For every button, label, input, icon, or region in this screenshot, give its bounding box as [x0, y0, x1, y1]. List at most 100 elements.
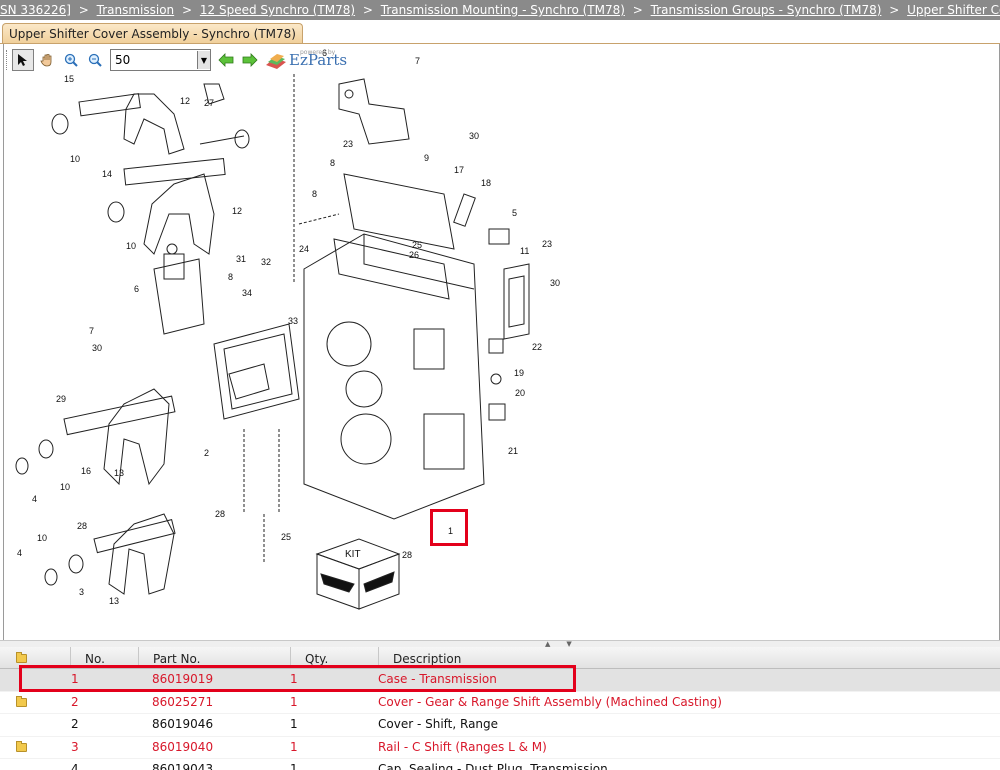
cell-part-no[interactable]: 86019043	[152, 759, 213, 770]
breadcrumb-separator: >	[78, 3, 89, 17]
table-row[interactable]: 4 86019043 1 Cap, Sealing - Dust Plug, T…	[0, 759, 1000, 770]
folder-icon	[16, 652, 27, 663]
exploded-parts-diagram[interactable]: 15 12 27 10 14 12 10 6 7 30 29 16 4 10 1…	[4, 44, 999, 640]
cell-qty: 1	[290, 739, 298, 754]
callout-34: 34	[242, 288, 252, 298]
callout-10: 10	[70, 154, 80, 164]
breadcrumb-item-serial[interactable]: SN 336226]	[0, 3, 71, 17]
cell-part-no[interactable]: 86025271	[152, 692, 213, 714]
back-arrow-icon[interactable]	[215, 49, 237, 71]
cell-qty: 1	[290, 762, 298, 770]
cell-description[interactable]: Cover - Shift, Range	[378, 714, 498, 736]
callout-32: 32	[261, 257, 271, 267]
top-bracket	[338, 78, 410, 145]
callout-13: 13	[114, 468, 124, 478]
zoom-out-icon[interactable]	[84, 49, 106, 71]
side-plate	[503, 263, 530, 340]
cell-no: 2	[71, 694, 79, 709]
table-row[interactable]: 2 86025271 1 Cover - Gear & Range Shift …	[0, 692, 1000, 714]
table-row[interactable]: 3 86019040 1 Rail - C Shift (Ranges L & …	[0, 737, 1000, 759]
callout-labels: 15 12 27 10 14 12 10 6 7 30 29 16 4 10 1…	[17, 48, 560, 606]
folder-icon[interactable]	[16, 695, 27, 707]
zoom-in-icon[interactable]	[60, 49, 82, 71]
transmission-case	[303, 173, 485, 520]
callout-4: 4	[32, 494, 37, 504]
range-shift-cover	[213, 323, 300, 420]
callout-12: 12	[180, 96, 190, 106]
cell-description[interactable]: Rail - C Shift (Ranges L & M)	[378, 737, 547, 759]
callout-7: 7	[89, 326, 94, 336]
callout-30c: 30	[550, 278, 560, 288]
cell-description[interactable]: Cap, Sealing - Dust Plug, Transmission	[378, 759, 608, 770]
callout-28: 28	[77, 521, 87, 531]
book-stack-icon	[266, 54, 286, 69]
callout-2: 2	[204, 448, 209, 458]
callout-33: 33	[288, 316, 298, 326]
callout-25: 25	[412, 240, 422, 250]
callout-20: 20	[515, 388, 525, 398]
breadcrumb-item-transmission[interactable]: Transmission	[97, 3, 175, 17]
kit-label: KIT	[345, 549, 361, 560]
callout-28c: 28	[402, 550, 412, 560]
chevron-down-icon[interactable]: ▼	[197, 51, 210, 69]
detent-bracket	[153, 243, 205, 335]
zoom-level-input[interactable]	[111, 51, 197, 69]
callout-13b: 13	[109, 596, 119, 606]
breadcrumb: SN 336226] > Transmission > 12 Speed Syn…	[0, 0, 1000, 20]
callout-28b: 28	[215, 509, 225, 519]
shift-fork-middle	[107, 129, 250, 255]
brand-powered-by: powered by	[300, 49, 336, 56]
breadcrumb-separator: >	[362, 3, 373, 17]
shift-fork-upper	[51, 83, 225, 155]
cell-qty: 1	[290, 694, 298, 709]
callout-8b: 8	[330, 158, 335, 168]
diagram-viewer[interactable]: 15 12 27 10 14 12 10 6 7 30 29 16 4 10 1…	[3, 44, 1000, 641]
callout-highlight-box	[430, 509, 468, 546]
select-arrow-icon[interactable]	[12, 49, 34, 71]
breadcrumb-item-mounting[interactable]: Transmission Mounting - Synchro (TM78)	[381, 3, 625, 17]
callout-30b: 30	[469, 131, 479, 141]
callout-10b: 10	[126, 241, 136, 251]
breadcrumb-item-upper-shifter[interactable]: Upper Shifter Cover Assembly	[907, 3, 1000, 17]
callout-10c: 10	[60, 482, 70, 492]
callout-24: 24	[299, 244, 309, 254]
callout-26: 26	[409, 250, 419, 260]
breadcrumb-item-groups[interactable]: Transmission Groups - Synchro (TM78)	[651, 3, 882, 17]
callout-9: 9	[424, 153, 429, 163]
tab-upper-shifter-cover[interactable]: Upper Shifter Cover Assembly - Synchro (…	[2, 23, 303, 44]
callout-10d: 10	[37, 533, 47, 543]
callout-8c: 8	[312, 189, 317, 199]
callout-16: 16	[81, 466, 91, 476]
callout-14: 14	[102, 169, 112, 179]
viewer-toolbar: ▼ powered by EzParts	[4, 46, 347, 74]
folder-icon[interactable]	[16, 740, 27, 752]
callout-11: 11	[520, 246, 529, 256]
callout-12b: 12	[232, 206, 242, 216]
cell-description[interactable]: Cover - Gear & Range Shift Assembly (Mac…	[378, 692, 722, 714]
cell-no: 3	[71, 739, 79, 754]
plugs	[453, 193, 510, 421]
table-row[interactable]: 2 86019046 1 Cover - Shift, Range	[0, 714, 1000, 737]
forward-arrow-icon[interactable]	[239, 49, 261, 71]
cell-no: 2	[71, 717, 79, 731]
callout-4b: 4	[17, 548, 22, 558]
breadcrumb-item-12-speed[interactable]: 12 Speed Synchro (TM78)	[200, 3, 355, 17]
cell-part-no[interactable]: 86019040	[152, 737, 213, 759]
callout-27: 27	[204, 98, 214, 108]
toolbar-grip[interactable]	[6, 50, 10, 70]
pan-hand-icon[interactable]	[36, 49, 58, 71]
cell-part-no[interactable]: 86019046	[152, 714, 213, 736]
callout-5: 5	[512, 208, 517, 218]
callout-22: 22	[532, 342, 542, 352]
zoom-level-select[interactable]: ▼	[110, 49, 211, 71]
cell-qty: 1	[290, 717, 298, 731]
callout-8: 8	[228, 272, 233, 282]
callout-25b: 25	[281, 532, 291, 542]
callout-17: 17	[454, 165, 464, 175]
breadcrumb-separator: >	[632, 3, 643, 17]
pane-splitter[interactable]: ▲▼	[0, 640, 1000, 648]
shift-fork-lower	[15, 388, 176, 486]
callout-21: 21	[508, 446, 518, 456]
callout-6: 6	[134, 284, 139, 294]
ezparts-logo: powered by EzParts	[265, 49, 347, 69]
